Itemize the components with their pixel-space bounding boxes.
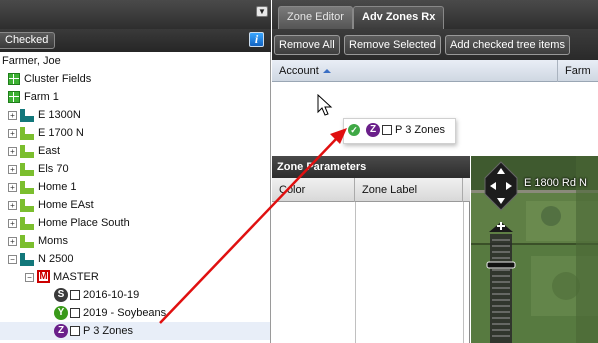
tab-bar: Zone Editor Adv Zones Rx	[272, 0, 598, 29]
yield-badge-icon: Y	[54, 306, 68, 320]
tree-item-label: Farmer, Joe	[2, 55, 61, 67]
tree-item-label: 2016-10-19	[83, 289, 140, 301]
field-icon	[20, 199, 34, 212]
expand-icon[interactable]: +	[8, 165, 17, 174]
zone-badge-icon: Z	[366, 123, 380, 137]
road-label: E 1800 Rd N	[524, 177, 587, 189]
tree-item-home-place-south[interactable]: + Home Place South	[0, 214, 270, 232]
field-icon	[20, 235, 34, 248]
grid-icon	[8, 91, 20, 103]
field-icon	[20, 217, 34, 230]
zones-toolbar: Remove All Remove Selected Add checked t…	[272, 29, 598, 60]
zones-grid-header: Account Farm	[272, 60, 598, 82]
tree-item-checkbox[interactable]	[70, 308, 80, 318]
tree-item-home-east[interactable]: + Home EAst	[0, 196, 270, 214]
expand-icon[interactable]: +	[8, 111, 17, 120]
mouse-cursor-icon	[317, 94, 333, 116]
add-checked-tree-items-button[interactable]: Add checked tree items	[445, 35, 570, 55]
column-label: Account	[279, 65, 319, 77]
tree-panel-header: ▼	[0, 0, 271, 29]
field-icon	[20, 145, 34, 158]
tree-item-label: N 2500	[38, 253, 74, 265]
tree-item-e-1300n[interactable]: + E 1300N	[0, 106, 270, 124]
tree-item-label: Home EAst	[38, 199, 94, 211]
tree-item-home-1[interactable]: + Home 1	[0, 178, 270, 196]
tree-item-farmer[interactable]: Farmer, Joe	[0, 52, 270, 70]
map-view[interactable]: E 1800 Rd N	[471, 156, 598, 343]
tab-adv-zones-rx[interactable]: Adv Zones Rx	[353, 6, 445, 29]
info-icon[interactable]: i	[249, 32, 264, 47]
tree-item-label: 2019 - Soybeans	[83, 307, 167, 319]
expand-icon[interactable]: +	[8, 237, 17, 246]
grid-icon	[8, 73, 20, 85]
tree-item-cluster-fields[interactable]: Cluster Fields	[0, 70, 270, 88]
tree-item-label: E 1700 N	[38, 127, 84, 139]
column-divider	[355, 202, 356, 343]
expand-icon[interactable]: +	[8, 183, 17, 192]
tree-item-farm-1[interactable]: Farm 1	[0, 88, 270, 106]
column-divider	[463, 202, 464, 343]
expand-icon[interactable]: +	[8, 129, 17, 138]
tree-item-moms[interactable]: + Moms	[0, 232, 270, 250]
tree-item-label: P 3 Zones	[83, 325, 133, 337]
tree-item-label: Home 1	[38, 181, 77, 193]
zone-parameters-header: Color Zone Label	[272, 178, 470, 202]
field-icon	[20, 181, 34, 194]
field-icon	[20, 163, 34, 176]
tree-item-east[interactable]: + East	[0, 142, 270, 160]
tree-panel: ▼ Checked i Farmer, Joe Cluster Fields F…	[0, 0, 271, 343]
tree-item-label: East	[38, 145, 61, 157]
collapse-icon[interactable]: −	[8, 255, 17, 264]
tree-item-label: Cluster Fields	[24, 73, 92, 85]
column-farm[interactable]: Farm	[558, 60, 598, 82]
tree-item-e-1700n[interactable]: + E 1700 N	[0, 124, 270, 142]
sort-ascending-icon	[322, 69, 331, 73]
field-icon	[20, 109, 34, 122]
tree-item-n-2500[interactable]: − N 2500	[0, 250, 270, 268]
expand-icon[interactable]: +	[8, 201, 17, 210]
expand-icon[interactable]: +	[8, 219, 17, 228]
zoom-slider[interactable]	[486, 222, 516, 343]
zone-parameters-title: Zone Parameters	[272, 156, 470, 178]
column-zone-label[interactable]: Zone Label	[355, 178, 463, 202]
remove-all-button[interactable]: Remove All	[274, 35, 340, 55]
field-icon	[20, 253, 34, 266]
column-account[interactable]: Account	[272, 60, 558, 82]
tree-item-2019-soybeans[interactable]: Y 2019 - Soybeans	[0, 304, 270, 322]
tree-item-label: MASTER	[53, 271, 99, 283]
tree-item-label: Home Place South	[38, 217, 130, 229]
tree-item-master[interactable]: − M MASTER	[0, 268, 270, 286]
tree-item-2016-10-19[interactable]: S 2016-10-19	[0, 286, 270, 304]
tree-item-label: Farm 1	[24, 91, 59, 103]
column-color[interactable]: Color	[272, 178, 355, 202]
field-icon	[20, 127, 34, 140]
pan-control-icon[interactable]	[481, 160, 521, 212]
collapse-icon[interactable]: −	[25, 273, 34, 282]
drag-proxy: ✓ Z P 3 Zones	[343, 118, 456, 144]
zone-badge-icon: Z	[54, 324, 68, 338]
tab-zone-editor[interactable]: Zone Editor	[278, 6, 353, 29]
tree-item-checkbox[interactable]	[70, 326, 80, 336]
tree-item-label: E 1300N	[38, 109, 81, 121]
drag-label: P 3 Zones	[395, 124, 445, 136]
expand-icon[interactable]: +	[8, 147, 17, 156]
collapse-panel-button[interactable]: ▼	[256, 6, 268, 17]
tree-item-label: Els 70	[38, 163, 69, 175]
zone-parameters-panel: Zone Parameters Color Zone Label	[272, 156, 470, 343]
check-ok-icon: ✓	[348, 124, 360, 136]
tree-item-checkbox[interactable]	[70, 290, 80, 300]
checked-button[interactable]: Checked	[0, 32, 56, 49]
tree-item-els-70[interactable]: + Els 70	[0, 160, 270, 178]
tree-item-p-3-zones[interactable]: Z P 3 Zones	[0, 322, 270, 340]
remove-selected-button[interactable]: Remove Selected	[344, 35, 441, 55]
drag-checkbox	[382, 125, 392, 135]
tree-item-label: Moms	[38, 235, 68, 247]
tree-toolbar: Checked i	[0, 29, 271, 52]
master-badge-icon: M	[37, 270, 50, 283]
soil-badge-icon: S	[54, 288, 68, 302]
